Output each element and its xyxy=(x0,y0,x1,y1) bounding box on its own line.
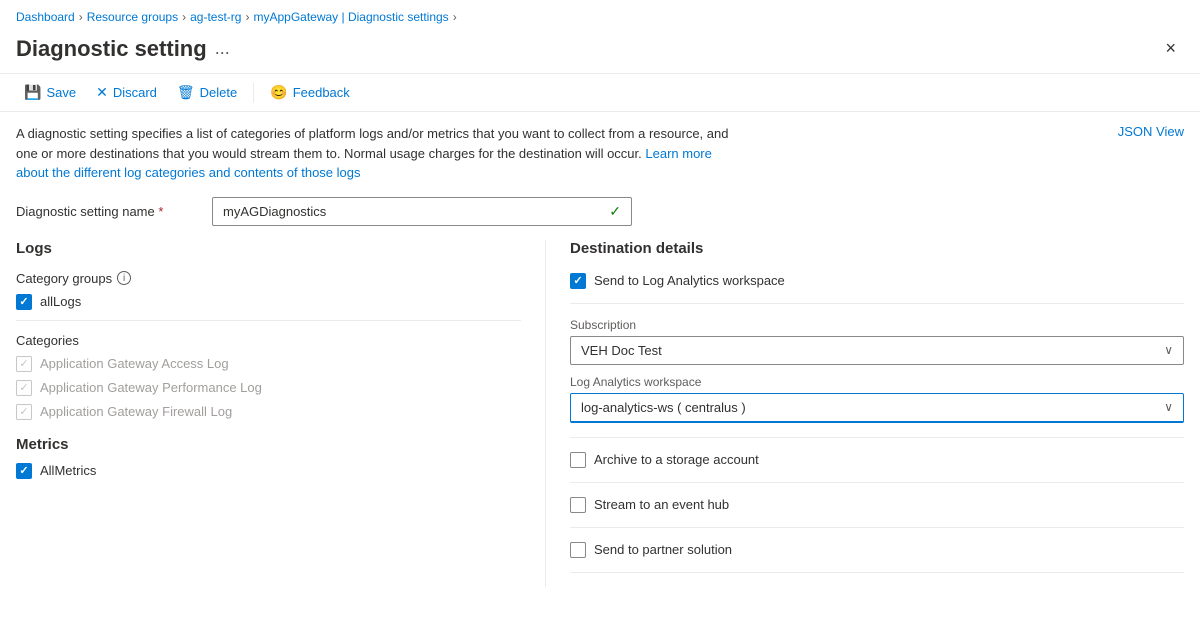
breadcrumb-rg[interactable]: ag-test-rg xyxy=(190,10,241,24)
category-checkbox-1[interactable] xyxy=(16,380,32,396)
all-logs-label: allLogs xyxy=(40,294,81,309)
toolbar: 💾 Save ✕ Discard 🗑 Delete 😊 Feedback xyxy=(0,73,1200,112)
page-ellipsis-menu[interactable]: ... xyxy=(215,38,230,59)
category-label-1: Application Gateway Performance Log xyxy=(40,380,262,395)
logs-divider xyxy=(16,320,521,321)
log-analytics-checkbox[interactable] xyxy=(570,273,586,289)
content-area: A diagnostic setting specifies a list of… xyxy=(0,112,1200,599)
feedback-icon: 😊 xyxy=(270,84,287,101)
all-logs-checkbox[interactable] xyxy=(16,294,32,310)
archive-storage-label: Archive to a storage account xyxy=(594,452,759,467)
dest-divider-2 xyxy=(570,437,1184,438)
subscription-dropdown[interactable]: VEH Doc Test ∨ xyxy=(570,336,1184,365)
delete-icon: 🗑 xyxy=(177,84,195,101)
category-row-2: Application Gateway Firewall Log xyxy=(16,404,521,420)
destination-section-title: Destination details xyxy=(570,240,1184,257)
breadcrumb-gateway[interactable]: myAppGateway | Diagnostic settings xyxy=(253,10,448,24)
event-hub-row: Stream to an event hub xyxy=(570,497,1184,513)
event-hub-label: Stream to an event hub xyxy=(594,497,729,512)
right-column: Destination details Send to Log Analytic… xyxy=(546,240,1184,587)
breadcrumb: Dashboard › Resource groups › ag-test-rg… xyxy=(0,0,1200,30)
subscription-chevron-icon: ∨ xyxy=(1164,343,1173,357)
metrics-section-title: Metrics xyxy=(16,436,521,453)
breadcrumb-resource-groups[interactable]: Resource groups xyxy=(87,10,178,24)
category-groups-label: Category groups i xyxy=(16,271,521,286)
partner-solution-label: Send to partner solution xyxy=(594,542,732,557)
toolbar-separator xyxy=(253,83,254,103)
partner-solution-row: Send to partner solution xyxy=(570,542,1184,558)
category-checkbox-0[interactable] xyxy=(16,356,32,372)
subscription-label: Subscription xyxy=(570,318,1184,332)
dest-divider-5 xyxy=(570,572,1184,573)
required-indicator: * xyxy=(158,204,163,219)
discard-icon: ✕ xyxy=(96,84,108,101)
close-button[interactable]: × xyxy=(1157,34,1184,63)
event-hub-checkbox[interactable] xyxy=(570,497,586,513)
workspace-field: Log Analytics workspace log-analytics-ws… xyxy=(570,375,1184,423)
feedback-button[interactable]: 😊 Feedback xyxy=(262,80,358,105)
save-icon: 💾 xyxy=(24,84,41,101)
dest-divider-1 xyxy=(570,303,1184,304)
category-row-0: Application Gateway Access Log xyxy=(16,356,521,372)
workspace-dropdown[interactable]: log-analytics-ws ( centralus ) ∨ xyxy=(570,393,1184,423)
description-text: A diagnostic setting specifies a list of… xyxy=(16,124,736,183)
category-checkbox-2[interactable] xyxy=(16,404,32,420)
log-analytics-label: Send to Log Analytics workspace xyxy=(594,273,785,288)
partner-solution-checkbox[interactable] xyxy=(570,542,586,558)
category-row-1: Application Gateway Performance Log xyxy=(16,380,521,396)
categories-label: Categories xyxy=(16,333,521,348)
field-label: Diagnostic setting name * xyxy=(16,204,196,219)
dest-divider-3 xyxy=(570,482,1184,483)
logs-section-title: Logs xyxy=(16,240,521,257)
two-column-layout: Logs Category groups i allLogs Categorie… xyxy=(16,240,1184,587)
diagnostic-name-input[interactable] xyxy=(223,204,609,219)
dest-divider-4 xyxy=(570,527,1184,528)
category-label-2: Application Gateway Firewall Log xyxy=(40,404,232,419)
all-logs-row: allLogs xyxy=(16,294,521,310)
archive-storage-checkbox[interactable] xyxy=(570,452,586,468)
workspace-label: Log Analytics workspace xyxy=(570,375,1184,389)
diagnostic-setting-name-field: Diagnostic setting name * ✓ xyxy=(16,197,1184,226)
field-input-box[interactable]: ✓ xyxy=(212,197,632,226)
all-metrics-label: AllMetrics xyxy=(40,463,96,478)
workspace-chevron-icon: ∨ xyxy=(1164,400,1173,414)
left-column: Logs Category groups i allLogs Categorie… xyxy=(16,240,546,587)
archive-storage-row: Archive to a storage account xyxy=(570,452,1184,468)
subscription-field: Subscription VEH Doc Test ∨ xyxy=(570,318,1184,365)
save-button[interactable]: 💾 Save xyxy=(16,80,84,105)
breadcrumb-dashboard[interactable]: Dashboard xyxy=(16,10,75,24)
all-metrics-row: AllMetrics xyxy=(16,463,521,479)
all-metrics-checkbox[interactable] xyxy=(16,463,32,479)
subscription-value: VEH Doc Test xyxy=(581,343,662,358)
delete-button[interactable]: 🗑 Delete xyxy=(169,80,245,105)
json-view-link[interactable]: JSON View xyxy=(1118,124,1184,139)
workspace-value: log-analytics-ws ( centralus ) xyxy=(581,400,746,415)
page-header: Diagnostic setting ... × xyxy=(0,30,1200,73)
category-label-0: Application Gateway Access Log xyxy=(40,356,229,371)
validation-checkmark: ✓ xyxy=(609,203,621,220)
page-title: Diagnostic setting xyxy=(16,36,207,62)
discard-button[interactable]: ✕ Discard xyxy=(88,80,165,105)
info-icon[interactable]: i xyxy=(117,271,131,285)
log-analytics-row: Send to Log Analytics workspace xyxy=(570,273,1184,289)
